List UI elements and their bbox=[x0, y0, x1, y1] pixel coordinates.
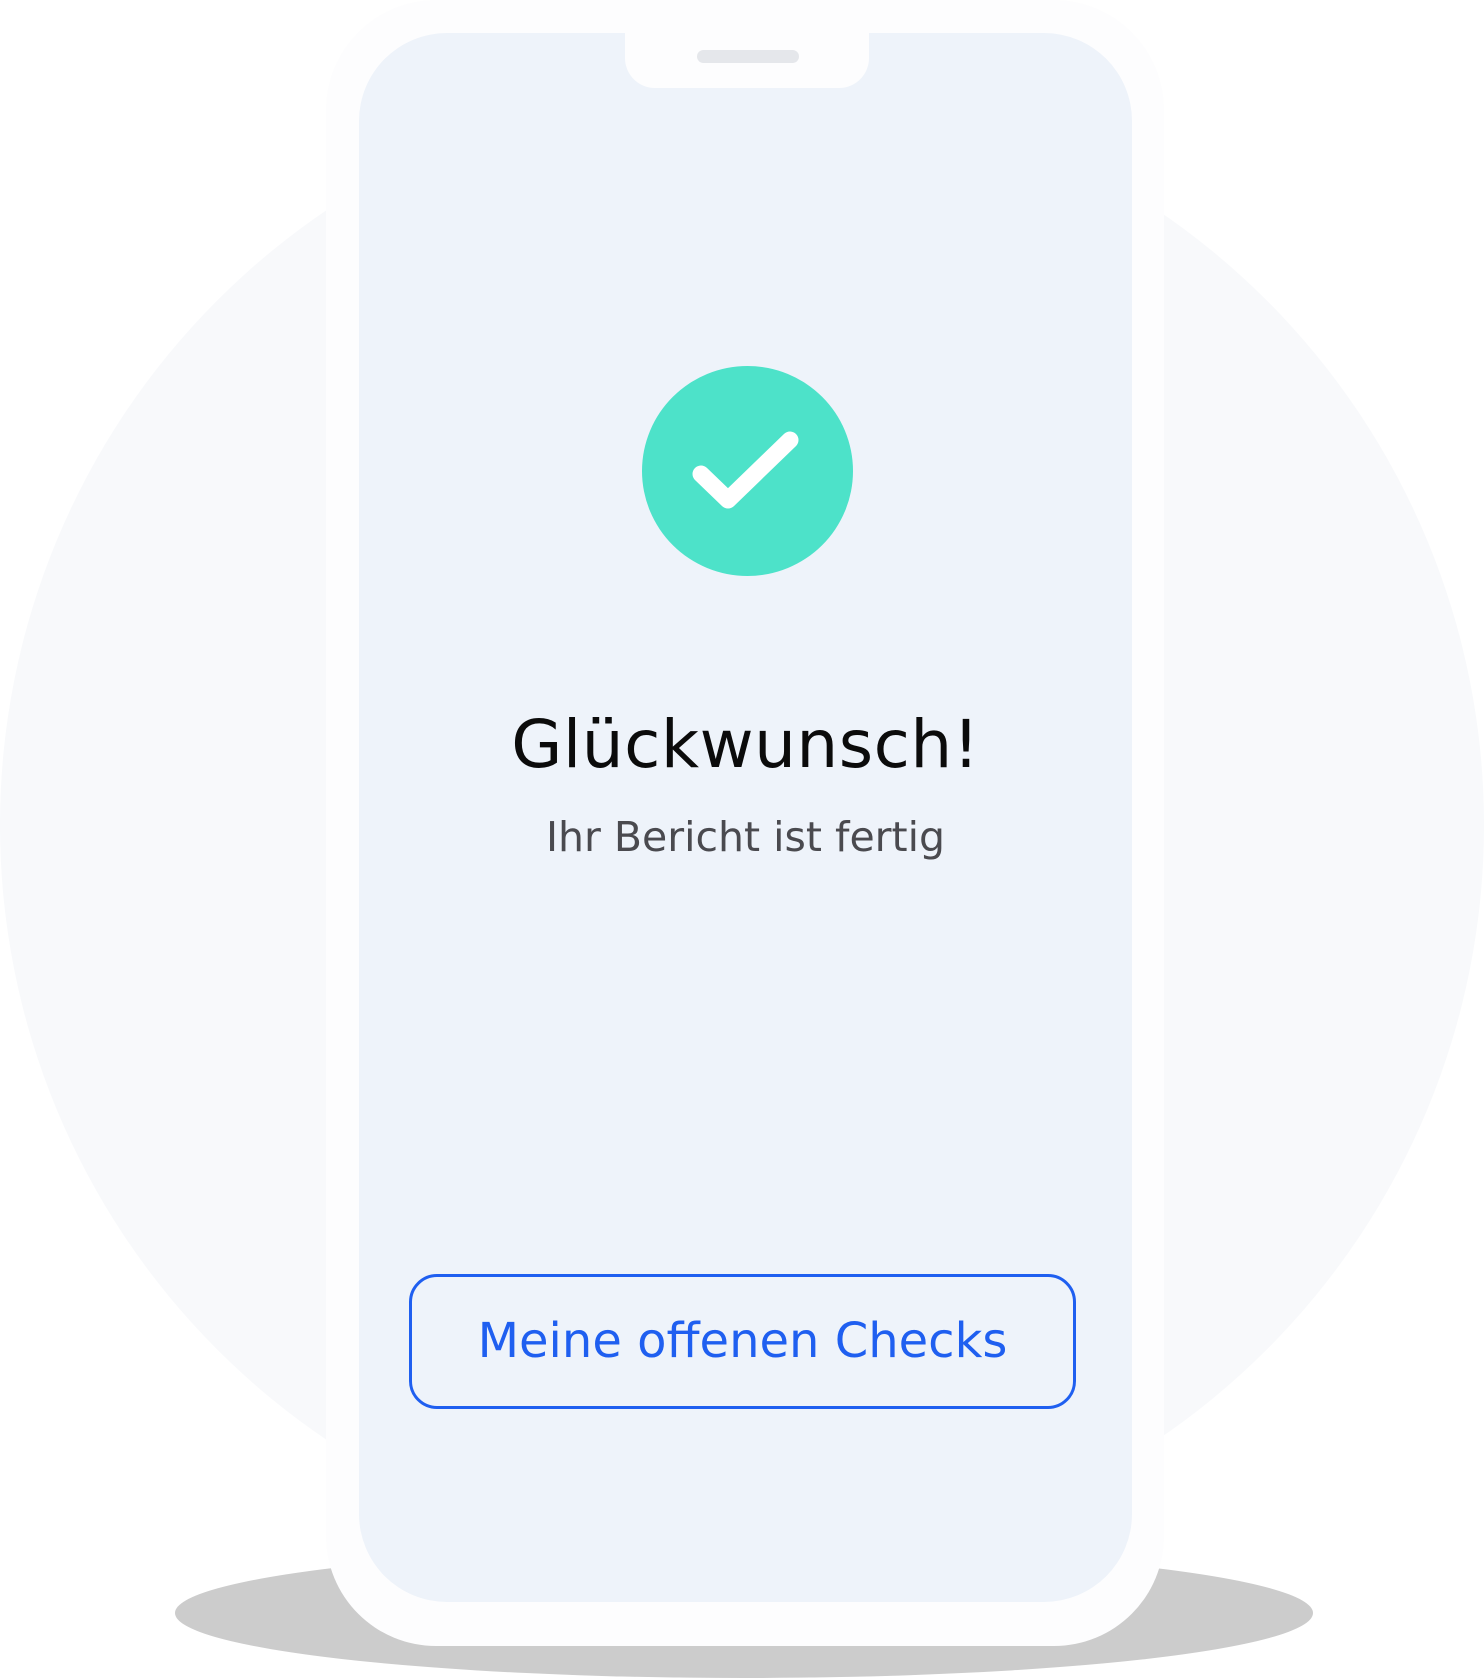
success-title: Glückwunsch! bbox=[511, 706, 980, 783]
open-checks-button[interactable]: Meine offenen Checks bbox=[409, 1274, 1076, 1409]
phone-notch bbox=[625, 33, 869, 88]
speaker-grille bbox=[697, 50, 799, 63]
phone-screen: Glückwunsch! Ihr Bericht ist fertig Mein… bbox=[359, 33, 1132, 1602]
success-subtitle: Ihr Bericht ist fertig bbox=[545, 813, 946, 861]
checkmark-icon bbox=[692, 431, 799, 509]
checkmark-circle-icon bbox=[642, 366, 853, 576]
illustration-stage: Glückwunsch! Ihr Bericht ist fertig Mein… bbox=[0, 0, 1484, 1678]
